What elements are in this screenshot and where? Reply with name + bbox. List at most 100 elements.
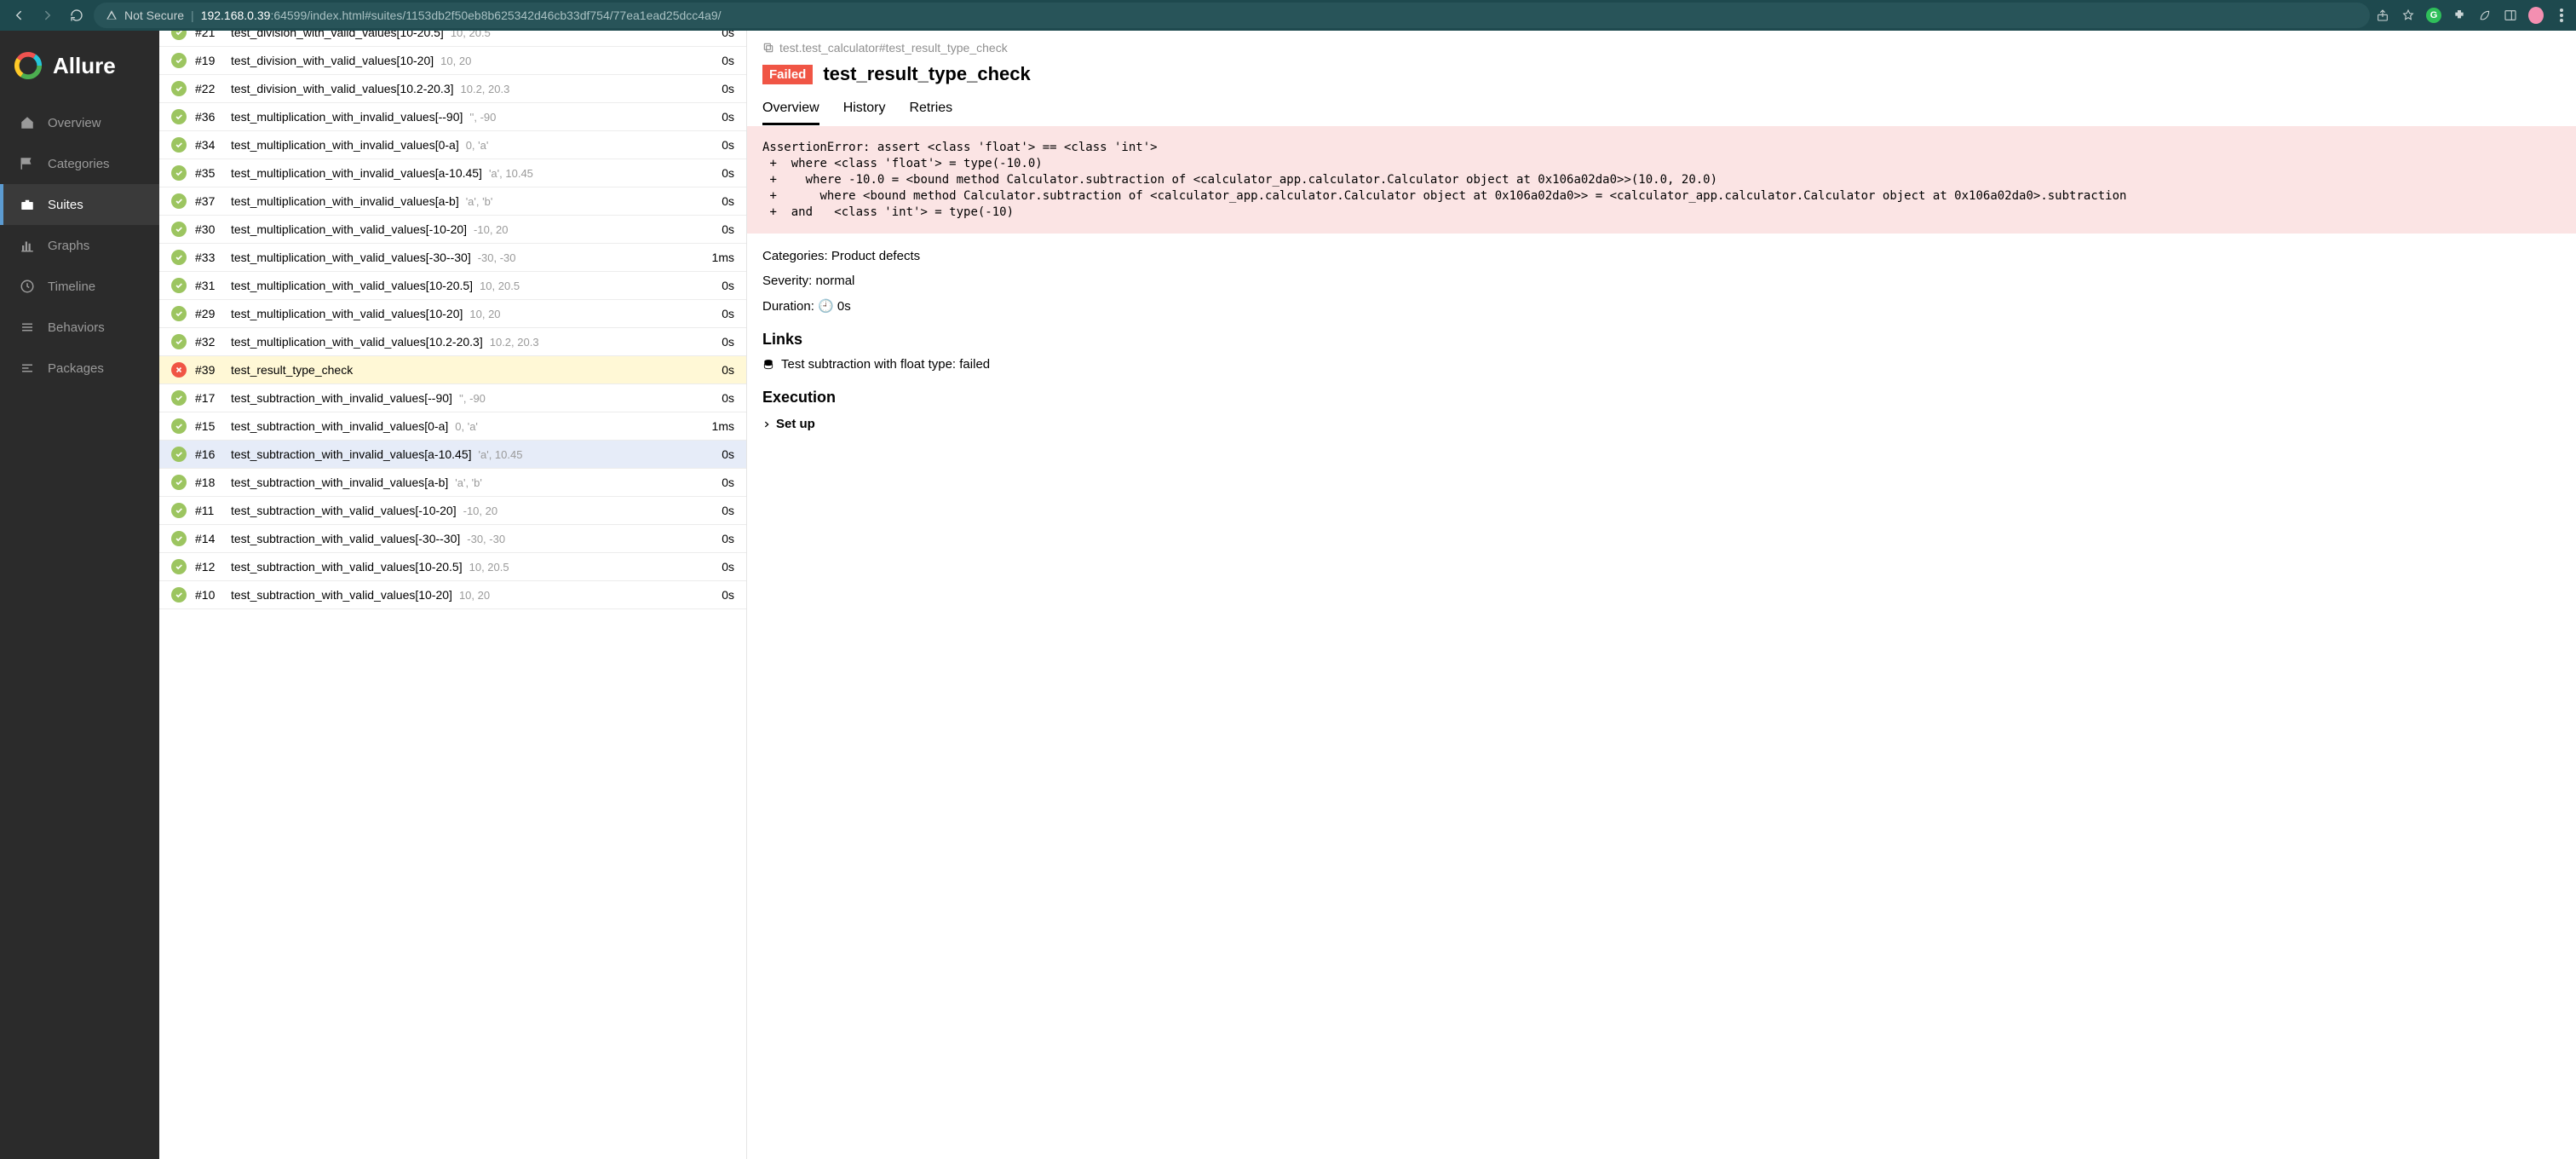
test-params: 0, 'a' [455, 420, 478, 433]
test-list[interactable]: #21test_division_with_valid_values[10-20… [159, 31, 747, 1159]
test-name: test_subtraction_with_invalid_values[a-1… [231, 447, 472, 461]
status-pass-icon [171, 587, 187, 603]
sidebar-item-suites[interactable]: Suites [0, 184, 159, 225]
panel-icon[interactable] [2503, 8, 2518, 23]
forward-button[interactable] [36, 3, 60, 27]
test-row[interactable]: #12test_subtraction_with_valid_values[10… [159, 553, 746, 581]
test-duration: 0s [722, 447, 734, 461]
test-number: #14 [195, 532, 224, 545]
test-row[interactable]: #31test_multiplication_with_valid_values… [159, 272, 746, 300]
extension-leaf-icon[interactable] [2477, 8, 2493, 23]
test-row[interactable]: #33test_multiplication_with_valid_values… [159, 244, 746, 272]
test-row[interactable]: #29test_multiplication_with_valid_values… [159, 300, 746, 328]
browser-menu-icon[interactable] [2554, 8, 2569, 23]
test-duration: 0s [722, 476, 734, 489]
test-params: -10, 20 [474, 223, 508, 236]
test-row[interactable]: #17test_subtraction_with_invalid_values[… [159, 384, 746, 412]
package-icon [19, 360, 36, 376]
test-params: 10, 20 [440, 55, 471, 67]
test-params: -30, -30 [478, 251, 516, 264]
status-pass-icon [171, 165, 187, 181]
status-fail-icon [171, 362, 187, 378]
test-name: test_division_with_valid_values[10.2-20.… [231, 82, 454, 95]
categories-row: Categories: Product defects [762, 249, 2561, 263]
test-row[interactable]: #30test_multiplication_with_valid_values… [159, 216, 746, 244]
clock-icon [19, 279, 36, 294]
test-row[interactable]: #10 test_subtraction_with_valid_values[10… [159, 581, 746, 609]
test-number: #10 [195, 588, 224, 602]
sidebar-item-label: Graphs [48, 239, 89, 253]
test-row[interactable]: #32 test_multiplication_with_valid_values… [159, 328, 746, 356]
setup-toggle[interactable]: Set up [762, 417, 2561, 431]
sidebar-item-packages[interactable]: Packages [0, 348, 159, 389]
reload-button[interactable] [65, 3, 89, 27]
status-pass-icon [171, 250, 187, 265]
chevron-right-icon [762, 420, 771, 429]
status-pass-icon [171, 31, 187, 40]
test-row[interactable]: #37test_multiplication_with_invalid_valu… [159, 187, 746, 216]
test-duration: 0s [722, 194, 734, 208]
back-button[interactable] [7, 3, 31, 27]
tab-retries[interactable]: Retries [909, 101, 952, 125]
test-number: #22 [195, 82, 224, 95]
status-pass-icon [171, 475, 187, 490]
error-trace: AssertionError: assert <class 'float'> =… [747, 126, 2576, 234]
profile-avatar-icon[interactable] [2528, 8, 2544, 23]
sidebar-item-categories[interactable]: Categories [0, 143, 159, 184]
test-row[interactable]: #18test_subtraction_with_invalid_values[… [159, 469, 746, 497]
sidebar-item-behaviors[interactable]: Behaviors [0, 307, 159, 348]
tab-overview[interactable]: Overview [762, 101, 819, 125]
status-pass-icon [171, 53, 187, 68]
copy-icon[interactable] [762, 42, 774, 54]
test-name: test_subtraction_with_invalid_values[a-b… [231, 476, 448, 489]
test-duration: 0s [722, 504, 734, 517]
sidebar-item-timeline[interactable]: Timeline [0, 266, 159, 307]
test-row[interactable]: #39test_result_type_check0s [159, 356, 746, 384]
test-duration: 0s [722, 560, 734, 574]
test-params: -30, -30 [467, 533, 505, 545]
sidebar-item-label: Timeline [48, 280, 95, 294]
extensions-icon[interactable] [2452, 8, 2467, 23]
test-row[interactable]: #22 test_division_with_valid_values[10.2-… [159, 75, 746, 103]
test-params: 'a', 10.45 [479, 448, 523, 461]
test-row[interactable]: #16test_subtraction_with_invalid_values[… [159, 441, 746, 469]
test-number: #34 [195, 138, 224, 152]
link-item[interactable]: Test subtraction with float type: failed [762, 357, 2561, 372]
test-row[interactable]: #36test_multiplication_with_invalid_valu… [159, 103, 746, 131]
status-pass-icon [171, 390, 187, 406]
test-duration: 1ms [712, 419, 734, 433]
test-number: #35 [195, 166, 224, 180]
test-number: #21 [195, 31, 224, 39]
sidebar-item-overview[interactable]: Overview [0, 102, 159, 143]
extension-grammarly-icon[interactable]: G [2426, 8, 2441, 23]
duration-row: Duration: 🕘 0s [762, 298, 2561, 314]
bookmark-star-icon[interactable] [2401, 8, 2416, 23]
test-number: #30 [195, 222, 224, 236]
share-icon[interactable] [2375, 8, 2390, 23]
severity-row: Severity: normal [762, 274, 2561, 288]
app-logo[interactable]: Allure [0, 39, 159, 102]
test-name: test_multiplication_with_invalid_values[… [231, 110, 463, 124]
status-pass-icon [171, 447, 187, 462]
test-row[interactable]: #21test_division_with_valid_values[10-20… [159, 31, 746, 47]
test-number: #32 [195, 335, 224, 349]
test-duration: 0s [722, 138, 734, 152]
test-row[interactable]: #15test_subtraction_with_invalid_values[… [159, 412, 746, 441]
test-row[interactable]: #11test_subtraction_with_valid_values[-1… [159, 497, 746, 525]
test-name: test_subtraction_with_valid_values[10-20… [231, 588, 452, 602]
test-row[interactable]: #19test_division_with_valid_values[10-20… [159, 47, 746, 75]
test-row[interactable]: #34test_multiplication_with_invalid_valu… [159, 131, 746, 159]
sidebar-item-graphs[interactable]: Graphs [0, 225, 159, 266]
test-name: test_subtraction_with_invalid_values[0-a… [231, 419, 448, 433]
test-row[interactable]: #14 test_subtraction_with_valid_values[-3… [159, 525, 746, 553]
test-name: test_subtraction_with_valid_values[-30--… [231, 532, 460, 545]
test-params: 0, 'a' [466, 139, 489, 152]
test-number: #12 [195, 560, 224, 574]
tab-history[interactable]: History [843, 101, 886, 125]
test-row[interactable]: #35test_multiplication_with_invalid_valu… [159, 159, 746, 187]
list-icon [19, 320, 36, 335]
test-name: test_multiplication_with_valid_values[10… [231, 335, 483, 349]
status-badge: Failed [762, 65, 813, 84]
address-bar[interactable]: Not Secure | 192.168.0.39:64599/index.ht… [94, 3, 2370, 28]
test-params: 10.2, 20.3 [461, 83, 510, 95]
